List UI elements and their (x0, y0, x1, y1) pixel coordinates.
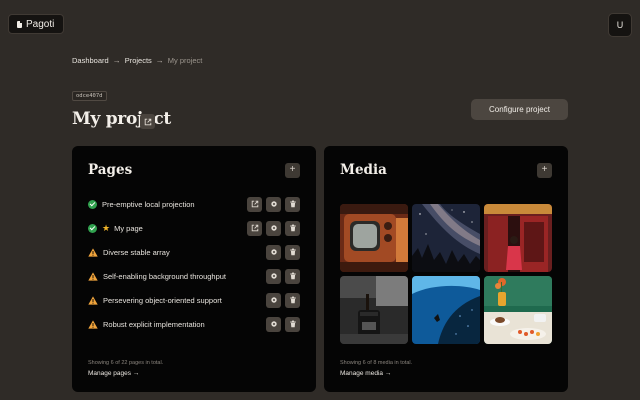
plus-icon: + (541, 164, 548, 175)
gear-icon (270, 297, 277, 303)
page-row[interactable]: Robust explicit implementation (88, 316, 300, 332)
manage-pages-link[interactable]: Manage pages → (88, 370, 163, 377)
page-label: Diverse stable array (103, 247, 170, 257)
media-summary: Showing 6 of 8 media in total. (340, 360, 413, 366)
breakfast-table-photo (484, 276, 552, 344)
trash-icon (289, 200, 296, 208)
pages-footer: Showing 6 of 22 pages in total. Manage p… (88, 360, 163, 377)
page-row[interactable]: Self-enabling background throughput (88, 268, 300, 284)
open-page-button[interactable] (247, 196, 262, 212)
page-label: Persevering object-oriented support (103, 295, 222, 305)
trash-icon (289, 248, 296, 256)
media-card: Media + Showing 6 of 8 media in total. M… (324, 146, 568, 392)
page-row[interactable]: Pre-emptive local projection (88, 196, 300, 212)
warning-icon (88, 247, 98, 257)
page-row[interactable]: Persevering object-oriented support (88, 292, 300, 308)
delete-page-button[interactable] (285, 292, 300, 308)
breadcrumb: Dashboard → Projects → My project (72, 56, 202, 65)
document-icon (17, 20, 22, 28)
plus-icon: + (289, 164, 296, 175)
underwater-diver-photo (412, 276, 480, 344)
page-row[interactable]: ★ My page (88, 220, 300, 236)
project-id: odce407d (76, 93, 103, 99)
vintage-tv-photo (340, 204, 408, 272)
red-door-woman-photo (484, 204, 552, 272)
gear-icon (270, 249, 277, 255)
gear-icon (270, 201, 277, 207)
page-label: Pre-emptive local projection (102, 199, 195, 209)
edit-title-button[interactable] (140, 114, 155, 129)
check-circle-icon (88, 199, 97, 209)
page-settings-button[interactable] (266, 244, 281, 260)
project-id-badge: odce407d (72, 91, 107, 101)
page-row[interactable]: Diverse stable array (88, 244, 300, 260)
trash-icon (289, 296, 296, 304)
page-title: My project (72, 109, 171, 129)
media-thumbnail-breakfast[interactable] (484, 276, 552, 344)
delete-page-button[interactable] (285, 268, 300, 284)
media-title: Media (340, 162, 387, 178)
page-settings-button[interactable] (266, 220, 281, 236)
media-thumbnail-milky-way[interactable] (412, 204, 480, 272)
check-circle-icon (88, 223, 97, 233)
pages-summary: Showing 6 of 22 pages in total. (88, 360, 164, 366)
add-page-button[interactable]: + (285, 163, 300, 178)
delete-page-button[interactable] (285, 316, 300, 332)
breadcrumb-dashboard[interactable]: Dashboard (72, 56, 109, 65)
page-label: Robust explicit implementation (103, 319, 205, 329)
media-thumbnail-red-door[interactable] (484, 204, 552, 272)
external-link-icon (251, 200, 258, 208)
gear-icon (270, 273, 277, 279)
arrow-right-icon: → (112, 56, 121, 65)
trash-icon (289, 320, 296, 328)
user-initial: U (616, 20, 624, 30)
warning-icon (88, 295, 98, 305)
warning-icon (88, 319, 98, 329)
page-settings-button[interactable] (266, 292, 281, 308)
media-thumbnail-coffee[interactable] (340, 276, 408, 344)
trash-icon (289, 272, 296, 280)
media-footer: Showing 6 of 8 media in total. Manage me… (340, 360, 412, 377)
page-settings-button[interactable] (266, 196, 281, 212)
manage-media-link[interactable]: Manage media → (340, 370, 412, 377)
milky-way-night-sky-photo (412, 204, 480, 272)
page-label: My page (114, 223, 143, 233)
gear-icon (270, 225, 277, 231)
configure-project-button[interactable]: Configure project (471, 99, 568, 120)
pages-title: Pages (88, 162, 133, 178)
star-icon: ★ (102, 222, 111, 233)
external-link-icon (251, 224, 258, 232)
breadcrumb-projects[interactable]: Projects (125, 56, 152, 65)
pages-card: Pages + Pre-emptive local projection ★ M… (72, 146, 316, 392)
page-label: Self-enabling background throughput (103, 271, 227, 281)
page-settings-button[interactable] (266, 316, 281, 332)
delete-page-button[interactable] (285, 244, 300, 260)
trash-icon (289, 224, 296, 232)
configure-project-label: Configure project (489, 105, 550, 114)
arrow-right-icon: → (155, 56, 164, 65)
gear-icon (270, 321, 277, 327)
breadcrumb-current: My project (167, 56, 203, 65)
open-page-button[interactable] (247, 220, 262, 236)
media-thumbnail-underwater[interactable] (412, 276, 480, 344)
user-avatar[interactable]: U (608, 13, 632, 37)
delete-page-button[interactable] (285, 220, 300, 236)
external-link-icon (144, 118, 151, 125)
warning-icon (88, 271, 98, 281)
delete-page-button[interactable] (285, 196, 300, 212)
brand-logo[interactable]: Pagoti (8, 14, 65, 34)
add-media-button[interactable]: + (537, 163, 552, 178)
page-settings-button[interactable] (266, 268, 281, 284)
coffee-pour-photo (340, 276, 408, 344)
media-thumbnail-vintage-tv[interactable] (340, 204, 408, 272)
brand-name: Pagoti (26, 18, 55, 30)
